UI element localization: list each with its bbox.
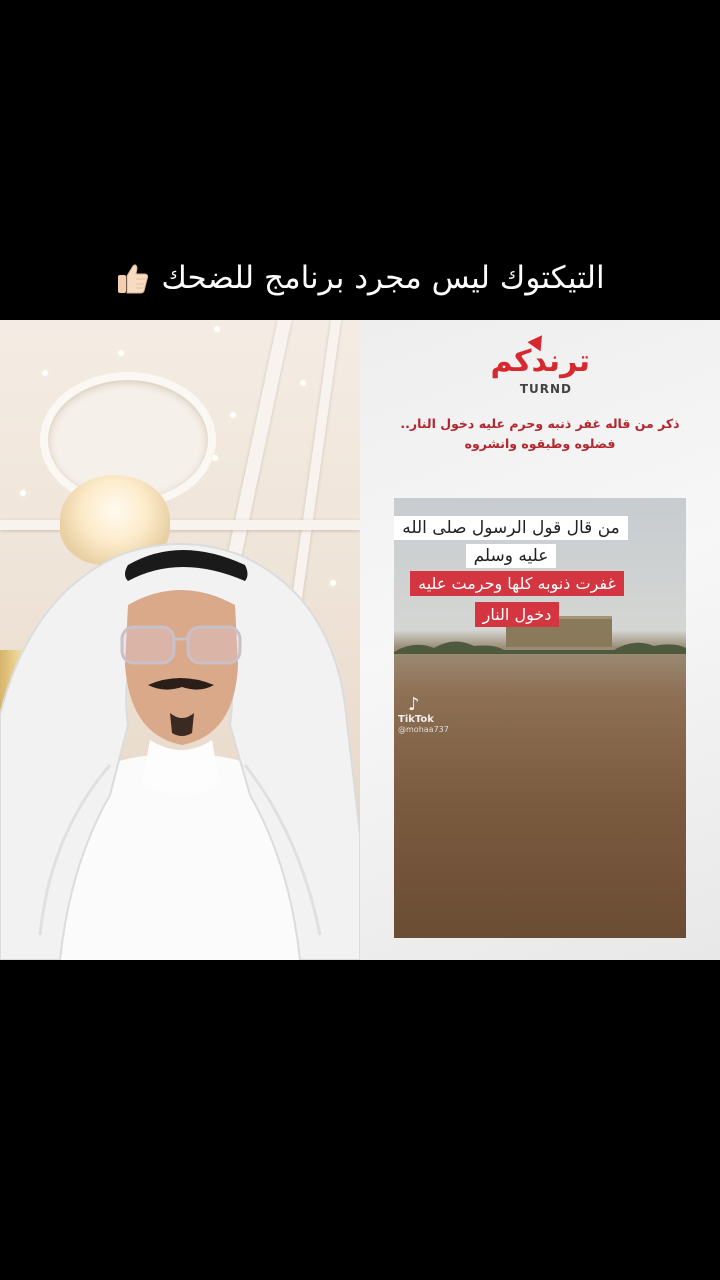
tiktok-username: @mohaa737 xyxy=(398,725,449,734)
brand-name-english: TURND xyxy=(519,382,572,396)
news-card-pane: ترندكم TURND ذكر من قاله غفر ذنبه وحرم ع… xyxy=(360,320,720,960)
video-question-caption: من قال قول الرسول صلى الله عليه وسلم xyxy=(394,514,628,570)
ceiling-light xyxy=(214,326,220,332)
video-answer-caption: غفرت ذنوبه كلها وحرمت عليه دخول النار xyxy=(396,568,638,630)
tiktok-note-icon: ♪ xyxy=(408,694,420,715)
embedded-video[interactable]: من قال قول الرسول صلى الله عليه وسلم غفر… xyxy=(394,498,686,938)
question-text: من قال قول الرسول صلى الله عليه وسلم xyxy=(394,516,628,568)
video-caption: التيكتوك ليس مجرد برنامج للضحك xyxy=(0,250,720,306)
ceiling-light xyxy=(42,370,48,376)
headline-line: فضلوه وطبقوه وانشروه xyxy=(464,436,616,451)
answer-text: غفرت ذنوبه كلها وحرمت عليه دخول النار xyxy=(410,571,624,627)
caption-text: التيكتوك ليس مجرد برنامج للضحك xyxy=(161,260,605,296)
ceiling-light xyxy=(20,490,26,496)
ceiling-light xyxy=(230,412,236,418)
headline-line: ذكر من قاله غفر ذنبه وحرم عليه دخول النا… xyxy=(400,416,680,431)
brand-logo: ترندكم TURND xyxy=(491,330,591,400)
ceiling-light xyxy=(300,380,306,386)
ceiling-beam xyxy=(0,520,360,530)
brand-name-arabic: ترندكم xyxy=(490,344,591,379)
split-screen-video[interactable]: ترندكم TURND ذكر من قاله غفر ذنبه وحرم ع… xyxy=(0,320,720,960)
ceiling-light xyxy=(212,455,218,461)
creator-camera-pane xyxy=(0,320,360,960)
news-headline: ذكر من قاله غفر ذنبه وحرم عليه دخول النا… xyxy=(390,414,690,454)
ceiling-light xyxy=(118,350,124,356)
person-figure xyxy=(0,543,360,960)
tiktok-watermark: ♪ TikTok @mohaa737 xyxy=(398,694,449,735)
tiktok-label: TikTok xyxy=(398,714,434,725)
thumbs-up-icon xyxy=(115,260,151,296)
